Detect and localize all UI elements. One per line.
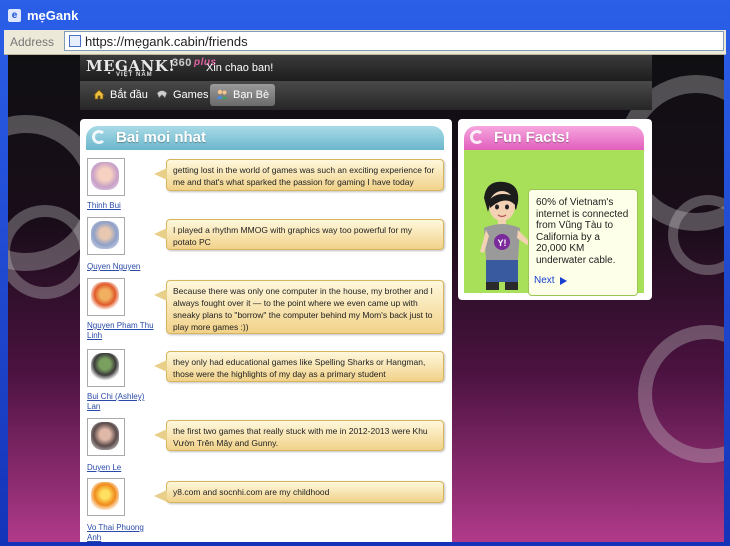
address-bar: Address https://mẹgank.cabin/friends bbox=[4, 30, 726, 55]
fun-facts-header: Fun Facts! bbox=[464, 126, 644, 150]
swirl-icon bbox=[92, 130, 106, 144]
background-swirl-decoration bbox=[638, 325, 724, 463]
post-bubble: I played a rhythm MMOG with graphics way… bbox=[154, 219, 444, 250]
site-logo[interactable]: MẸGANK! VIỆT NAM 360 plus bbox=[86, 57, 216, 78]
post-bubble: they only had educational games like Spe… bbox=[154, 351, 444, 382]
fun-facts-body: Y! 60% of Vietnam's internet is connecte… bbox=[464, 150, 644, 296]
author-link[interactable]: Duyen Le bbox=[87, 463, 159, 473]
avatar[interactable] bbox=[87, 278, 125, 316]
fun-facts-panel: Fun Facts! Y! 60% of Vietnam's internet … bbox=[458, 119, 652, 300]
tab-games[interactable]: Games bbox=[150, 84, 214, 106]
panel-title: Fun Facts! bbox=[494, 129, 570, 146]
author-link[interactable]: Thinh Bui bbox=[87, 201, 159, 211]
page-icon bbox=[69, 35, 81, 47]
tab-label: Games bbox=[173, 89, 209, 101]
next-arrow-icon[interactable] bbox=[560, 277, 567, 285]
tab-label: Bắt đầu bbox=[110, 89, 148, 101]
panel-title: Bai moi nhat bbox=[116, 129, 207, 146]
title-bar: e mẹGank bbox=[0, 0, 730, 30]
post-bubble: the first two games that really stuck wi… bbox=[154, 420, 444, 451]
shirt-logo: Y! bbox=[498, 238, 507, 248]
browser-icon: e bbox=[8, 9, 21, 22]
tab-label: Bạn Bè bbox=[233, 89, 270, 101]
tab-start[interactable]: Bắt đầu bbox=[87, 84, 154, 106]
author-link[interactable]: Quyen Nguyen bbox=[87, 262, 159, 272]
character-illustration: Y! bbox=[480, 181, 530, 290]
friends-icon bbox=[216, 89, 228, 99]
latest-posts-header: Bai moi nhat bbox=[86, 126, 444, 150]
address-input[interactable]: https://mẹgank.cabin/friends bbox=[64, 31, 724, 51]
window-title: mẹGank bbox=[27, 8, 79, 23]
swirl-icon bbox=[470, 130, 484, 144]
avatar[interactable] bbox=[87, 478, 125, 516]
browser-window: e mẹGank Address https://mẹgank.cabin/fr… bbox=[0, 0, 730, 546]
tab-friends[interactable]: Bạn Bè bbox=[210, 84, 276, 106]
address-url[interactable]: https://mẹgank.cabin/friends bbox=[85, 34, 248, 49]
site-header: MẸGANK! VIỆT NAM 360 plus Xin chao ban! bbox=[80, 55, 652, 81]
author-link[interactable]: Bui Chi (Ashley) Lan bbox=[87, 392, 159, 412]
post-bubble: getting lost in the world of games was s… bbox=[154, 159, 444, 191]
avatar[interactable] bbox=[87, 158, 125, 196]
gamepad-icon bbox=[156, 90, 168, 99]
greeting-text: Xin chao ban! bbox=[206, 62, 274, 74]
nav-bar: Bắt đầu Games Bạn Bè bbox=[80, 81, 652, 110]
logo-number: 360 bbox=[172, 57, 192, 69]
latest-posts-panel: Bai moi nhat Thinh Bui getting lost in t… bbox=[80, 119, 452, 542]
avatar[interactable] bbox=[87, 349, 125, 387]
post-bubble: y8.com and socnhi.com are my childhood bbox=[154, 481, 444, 503]
post-bubble: Because there was only one computer in t… bbox=[154, 280, 444, 334]
page-viewport: MẸGANK! VIỆT NAM 360 plus Xin chao ban! … bbox=[8, 55, 724, 542]
avatar[interactable] bbox=[87, 418, 125, 456]
logo-subtitle: VIỆT NAM bbox=[116, 72, 153, 78]
author-link[interactable]: Vo Thai Phuong Anh bbox=[87, 523, 159, 542]
home-icon bbox=[93, 89, 105, 100]
address-label: Address bbox=[10, 35, 55, 49]
avatar[interactable] bbox=[87, 217, 125, 255]
author-link[interactable]: Nguyen Pham Thu Linh bbox=[87, 321, 159, 341]
next-link[interactable]: Next bbox=[534, 275, 555, 286]
